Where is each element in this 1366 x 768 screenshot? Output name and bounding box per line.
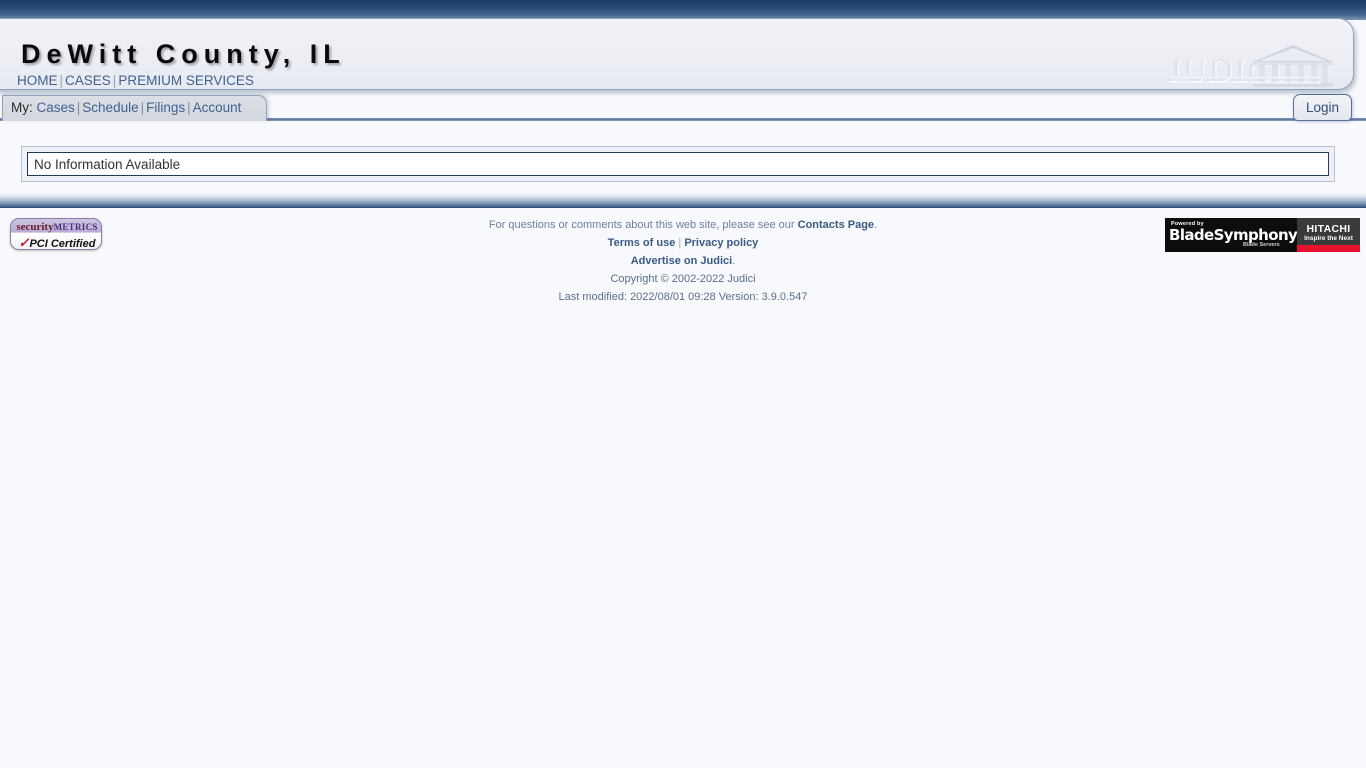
bladesymphony-sub-label: Blade Servers bbox=[1243, 242, 1280, 248]
judici-rule-1 bbox=[1170, 77, 1320, 79]
header-nav-premium-services[interactable]: PREMIUM SERVICES bbox=[118, 73, 254, 88]
my-menu-separator-3: | bbox=[187, 100, 191, 115]
header-nav-separator-1: | bbox=[59, 73, 64, 88]
footer-privacy-link[interactable]: Privacy policy bbox=[684, 237, 758, 249]
footer-advertise-suffix: . bbox=[732, 255, 736, 267]
no-information-message: No Information Available bbox=[27, 152, 1329, 176]
my-menu-separator-2: | bbox=[140, 100, 145, 115]
footer-terms-link[interactable]: Terms of use bbox=[608, 237, 676, 249]
my-menu-tab: My: Cases | Schedule | Filings | Account bbox=[2, 95, 267, 121]
page-title: DeWitt County, IL bbox=[21, 39, 346, 69]
footer-advertise-line: Advertise on Judici. bbox=[0, 252, 1366, 270]
my-menu-item-account[interactable]: Account bbox=[193, 100, 242, 115]
hitachi-logo-panel: HITACHI Inspire the Next bbox=[1297, 218, 1360, 252]
judici-logo[interactable]: JUDICI bbox=[1166, 25, 1341, 89]
my-menu-item-schedule[interactable]: Schedule bbox=[82, 100, 138, 115]
footer-gradient-bar bbox=[0, 192, 1366, 208]
my-menu-label: My: bbox=[11, 100, 33, 115]
hitachi-tagline: Inspire the Next bbox=[1304, 235, 1353, 242]
securitymetrics-badge[interactable]: securityMETRICS ✓PCI Certified bbox=[10, 218, 102, 250]
securitymetrics-brand: securityMETRICS bbox=[11, 221, 101, 233]
securitymetrics-brand-metrics: METRICS bbox=[53, 222, 98, 232]
footer-contacts-page-link[interactable]: Contacts Page bbox=[798, 219, 874, 231]
footer-copyright: Copyright © 2002-2022 Judici bbox=[610, 273, 756, 285]
my-menu-item-filings[interactable]: Filings bbox=[146, 100, 185, 115]
bladesymphony-banner[interactable]: Powered by BladeSymphony Blade Servers H… bbox=[1165, 218, 1360, 252]
header-nav: HOME | CASES | PREMIUM SERVICES bbox=[17, 73, 254, 88]
footer-contacts-suffix: . bbox=[874, 219, 878, 231]
hitachi-wordmark: HITACHI bbox=[1306, 223, 1351, 235]
footer-legal-separator: | bbox=[678, 237, 682, 249]
checkmark-icon: ✓ bbox=[18, 235, 30, 250]
main-content-panel: No Information Available bbox=[21, 146, 1335, 182]
header-nav-cases[interactable]: CASES bbox=[65, 73, 111, 88]
judici-rule-2 bbox=[1170, 82, 1320, 84]
footer: For questions or comments about this web… bbox=[0, 216, 1366, 306]
footer-contacts-prefix: For questions or comments about this web… bbox=[488, 219, 798, 231]
site-header: DeWitt County, IL HOME | CASES | PREMIUM SER… bbox=[0, 18, 1354, 90]
securitymetrics-certified: ✓PCI Certified bbox=[11, 235, 101, 250]
footer-last-modified: Last modified: 2022/08/01 09:28 Version:… bbox=[558, 291, 808, 303]
header-nav-home[interactable]: HOME bbox=[17, 73, 58, 88]
footer-legal-line: Terms of use | Privacy policy bbox=[0, 234, 1366, 252]
securitymetrics-brand-security: security bbox=[16, 221, 54, 233]
login-button[interactable]: Login bbox=[1293, 94, 1352, 121]
footer-contacts-line: For questions or comments about this web… bbox=[0, 216, 1366, 234]
securitymetrics-certified-label: PCI Certified bbox=[29, 238, 96, 250]
my-menu-item-cases[interactable]: Cases bbox=[37, 100, 75, 115]
top-gradient-bar bbox=[0, 0, 1366, 20]
footer-advertise-link[interactable]: Advertise on Judici bbox=[631, 255, 732, 267]
hitachi-red-bar bbox=[1297, 245, 1360, 252]
